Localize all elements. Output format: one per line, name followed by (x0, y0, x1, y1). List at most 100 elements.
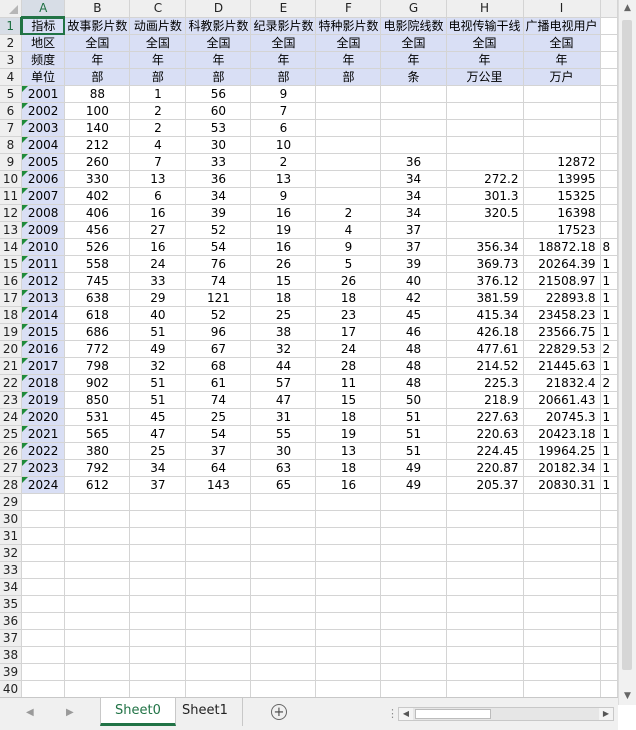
year-cell[interactable]: 2012 (20, 272, 66, 290)
row-header[interactable]: 15 (0, 255, 22, 273)
data-cell[interactable]: 4 (315, 221, 382, 239)
data-cell[interactable]: 16 (129, 238, 187, 256)
grid-cell[interactable] (380, 595, 447, 613)
grid-cell[interactable] (129, 561, 187, 579)
data-cell[interactable]: 220.87 (445, 459, 524, 477)
column-header-d[interactable]: D (185, 0, 252, 18)
data-cell[interactable]: 426.18 (445, 323, 524, 341)
grid-cell[interactable] (380, 612, 447, 630)
grid-cell[interactable] (129, 493, 187, 511)
data-cell-overflow[interactable]: 1 (599, 323, 618, 341)
row-header[interactable]: 38 (0, 646, 22, 664)
data-cell[interactable]: 9 (315, 238, 382, 256)
year-cell[interactable]: 2006 (20, 170, 66, 188)
year-cell[interactable]: 2010 (20, 238, 66, 256)
grid-cell[interactable] (185, 629, 252, 647)
header-cell[interactable]: 电视传输干线 (445, 16, 524, 35)
grid-cell[interactable] (380, 510, 447, 528)
grid-cell[interactable] (446, 680, 524, 697)
data-cell[interactable]: 31 (250, 408, 317, 426)
data-cell[interactable]: 67 (185, 340, 252, 358)
data-cell-overflow[interactable]: 1 (599, 425, 618, 443)
grid-cell[interactable] (129, 578, 187, 596)
grid-cell[interactable] (64, 629, 131, 647)
grid-cell[interactable] (185, 561, 252, 579)
data-cell[interactable]: 38 (250, 323, 317, 341)
grid-cell[interactable] (185, 544, 252, 562)
data-cell[interactable]: 20830.31 (522, 476, 601, 494)
grid-cell[interactable] (250, 629, 317, 647)
data-cell-overflow[interactable] (599, 153, 618, 171)
grid-cell[interactable] (600, 51, 618, 69)
chevron-left-icon[interactable]: ◀ (399, 708, 413, 720)
grid-cell[interactable] (380, 578, 447, 596)
grid-cell[interactable] (523, 595, 601, 613)
grid-cell[interactable] (21, 595, 66, 613)
grid-cell[interactable] (64, 663, 131, 681)
grid-cell[interactable] (315, 680, 382, 697)
grid-cell[interactable] (250, 646, 317, 664)
data-cell[interactable]: 20661.43 (522, 391, 601, 409)
data-cell[interactable]: 320.5 (445, 204, 524, 222)
data-cell[interactable]: 30 (185, 136, 252, 154)
row-header[interactable]: 16 (0, 272, 22, 290)
tab-sheet0[interactable]: Sheet0 (100, 698, 176, 726)
grid-cell[interactable] (523, 680, 601, 697)
year-cell[interactable]: 2015 (20, 323, 66, 341)
chevron-left-icon[interactable]: ◀ (26, 707, 34, 718)
row-header[interactable]: 34 (0, 578, 22, 596)
data-cell[interactable]: 15 (315, 391, 382, 409)
data-cell[interactable]: 21508.97 (522, 272, 601, 290)
data-cell[interactable]: 369.73 (445, 255, 524, 273)
header-cell[interactable]: 部 (315, 68, 382, 86)
data-cell-overflow[interactable] (599, 119, 618, 137)
data-cell[interactable]: 772 (64, 340, 131, 358)
chevron-up-icon[interactable]: ▲ (619, 0, 636, 17)
grid-cell[interactable] (129, 527, 187, 545)
data-cell[interactable]: 16 (129, 204, 187, 222)
data-cell[interactable]: 76 (185, 255, 252, 273)
data-cell[interactable]: 47 (250, 391, 317, 409)
row-header[interactable]: 23 (0, 391, 22, 409)
data-cell[interactable]: 53 (185, 119, 252, 137)
data-cell[interactable]: 45 (129, 408, 187, 426)
grid-cell[interactable] (129, 544, 187, 562)
row-header[interactable]: 13 (0, 221, 22, 239)
data-cell[interactable]: 40 (129, 306, 187, 324)
chevron-right-icon[interactable]: ▶ (599, 708, 613, 720)
grid-cell[interactable] (129, 629, 187, 647)
grid-cell[interactable] (523, 612, 601, 630)
data-cell[interactable]: 34 (380, 187, 447, 205)
data-cell[interactable]: 745 (64, 272, 131, 290)
data-cell[interactable]: 23 (315, 306, 382, 324)
data-cell[interactable]: 55 (250, 425, 317, 443)
data-cell[interactable]: 376.12 (445, 272, 524, 290)
data-cell[interactable]: 50 (380, 391, 447, 409)
data-cell[interactable]: 52 (185, 306, 252, 324)
row-header[interactable]: 14 (0, 238, 22, 256)
grid-cell[interactable] (64, 595, 131, 613)
grid-cell[interactable] (64, 578, 131, 596)
data-cell[interactable] (315, 102, 382, 120)
grid-cell[interactable] (315, 561, 382, 579)
header-cell[interactable]: 频度 (20, 51, 66, 69)
grid-cell[interactable] (64, 612, 131, 630)
grid-cell[interactable] (129, 680, 187, 697)
grid-cell[interactable] (380, 663, 447, 681)
horizontal-scrollbar[interactable]: ◀ ▶ (398, 707, 614, 721)
row-header[interactable]: 6 (0, 102, 22, 120)
header-cell[interactable]: 科教影片数 (185, 16, 252, 35)
row-header[interactable]: 36 (0, 612, 22, 630)
year-cell[interactable]: 2016 (20, 340, 66, 358)
data-cell[interactable]: 23458.23 (522, 306, 601, 324)
data-cell[interactable]: 16 (250, 238, 317, 256)
data-cell[interactable]: 15 (250, 272, 317, 290)
data-cell[interactable]: 356.34 (445, 238, 524, 256)
data-cell[interactable]: 260 (64, 153, 131, 171)
grid-cell[interactable] (523, 493, 601, 511)
data-cell[interactable]: 13 (315, 442, 382, 460)
header-cell[interactable]: 万公里 (445, 68, 524, 86)
data-cell[interactable]: 1 (129, 85, 187, 103)
grid-cell[interactable] (315, 544, 382, 562)
data-cell[interactable]: 618 (64, 306, 131, 324)
